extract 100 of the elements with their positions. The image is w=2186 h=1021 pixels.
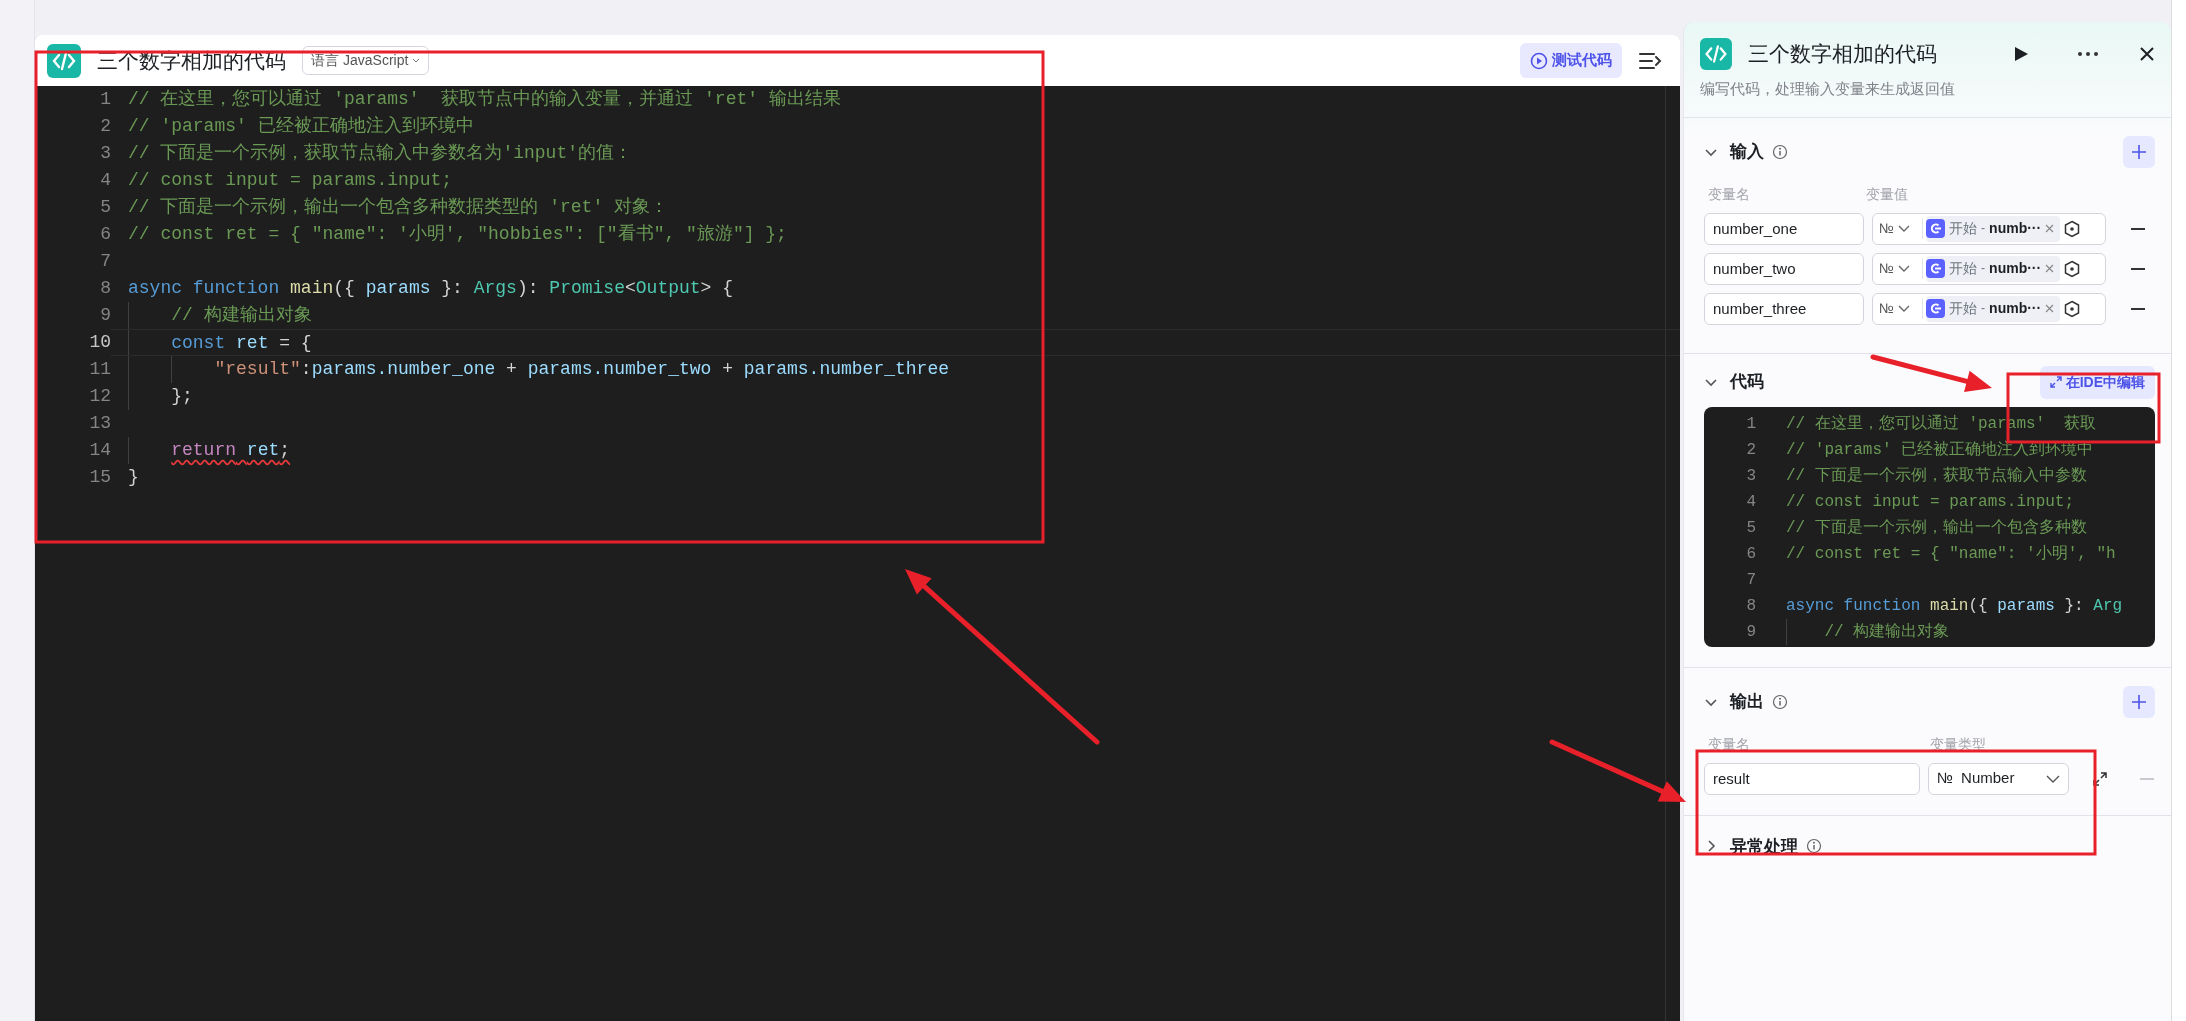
line-number: 6 xyxy=(99,223,111,246)
code-line: return ret; xyxy=(170,440,291,460)
more-icon[interactable] xyxy=(2077,51,2099,57)
caret-icon xyxy=(412,57,421,64)
chevron-icon xyxy=(2046,774,2060,783)
chevron-icon[interactable] xyxy=(1898,264,1911,273)
node-icon xyxy=(1926,259,1945,278)
code-line: }; xyxy=(170,386,193,406)
line-number: 2 xyxy=(99,115,111,138)
line-number: 11 xyxy=(88,358,111,381)
line-number: 8 xyxy=(99,277,111,300)
line-number: 1 xyxy=(99,88,111,111)
run-icon[interactable] xyxy=(2013,45,2029,63)
node-icon xyxy=(1926,219,1945,238)
add-button[interactable] xyxy=(2123,135,2155,168)
variable-name-field[interactable]: number_two xyxy=(1704,252,1864,285)
line-number: 3 xyxy=(99,142,111,165)
plus-icon xyxy=(2132,694,2146,709)
reference-variable: numb··· xyxy=(1989,219,2042,238)
reference-source: 开始 xyxy=(1949,299,1977,318)
reference-separator: - xyxy=(1981,300,1986,318)
code-line: // const input = params.input; xyxy=(128,170,453,190)
section-title: 代码 xyxy=(1730,371,1764,394)
line-number: 12 xyxy=(88,385,111,408)
column-label: 变量值 xyxy=(1866,184,1909,204)
info-icon xyxy=(1772,143,1788,160)
column-label: 变量类型 xyxy=(1930,734,1987,754)
language-selector[interactable]: 语言 JavaScript xyxy=(302,46,430,75)
code-line: const ret = { xyxy=(170,333,312,353)
variable-name-field[interactable]: number_three xyxy=(1704,292,1864,325)
code-line: // const ret = { "name": '小明', "h xyxy=(1786,544,2116,563)
type-icon: № xyxy=(1937,767,1954,790)
test-code-button[interactable]: 测试代码 xyxy=(1520,43,1622,78)
expand-icon xyxy=(2049,376,2062,388)
column-label: 变量名 xyxy=(1708,184,1751,204)
variable-value-field[interactable]: № 开始 - numb··· xyxy=(1872,212,2106,245)
code-app-icon xyxy=(1700,38,1732,70)
line-number: 8 xyxy=(1745,595,1756,617)
section-title: 输入 xyxy=(1730,140,1764,163)
reference-separator: - xyxy=(1981,220,1986,238)
line-number: 7 xyxy=(1745,569,1756,591)
code-line: } xyxy=(128,467,139,487)
minus-icon[interactable] xyxy=(2130,306,2146,311)
type-select[interactable]: № Number xyxy=(1928,762,2069,795)
line-number: 7 xyxy=(99,250,111,273)
add-button[interactable] xyxy=(2123,685,2155,718)
line-number: 10 xyxy=(88,331,111,354)
line-number: 3 xyxy=(1745,465,1756,487)
reference-separator: - xyxy=(1981,260,1986,278)
line-number: 4 xyxy=(99,169,111,192)
code-line: // 构建输出对象 xyxy=(1823,622,1950,641)
line-number: 4 xyxy=(1745,491,1756,513)
variable-name-field[interactable]: result xyxy=(1704,762,1920,795)
code-line: // 下面是一个示例，获取节点输入中参数名为'input'的值： xyxy=(128,143,633,163)
code-editor[interactable] xyxy=(1704,406,2155,647)
line-number: 15 xyxy=(88,466,111,489)
code-line: "result":params.number_one + params.number_two + params.number_three xyxy=(213,359,949,379)
chevron-icon[interactable] xyxy=(1898,224,1911,233)
info-icon xyxy=(1806,838,1822,855)
code-line: async function main({ params }: Arg xyxy=(1786,596,2123,615)
type-icon: № xyxy=(1879,258,1895,279)
code-line: // 下面是一个示例，输出一个包含多种数据类型的 'ret' 对象： xyxy=(128,197,669,217)
scrollbar-track[interactable] xyxy=(2171,0,2186,1021)
play-circle-icon xyxy=(1530,51,1548,70)
line-number: 9 xyxy=(99,304,111,327)
node-icon xyxy=(1926,299,1945,318)
reference-variable: numb··· xyxy=(1989,299,2042,318)
variable-value-field[interactable]: № 开始 - numb··· xyxy=(1872,252,2106,285)
plus-icon xyxy=(2132,144,2146,159)
section-title: 输出 xyxy=(1730,690,1764,713)
code-line: // 'params' 已经被正确地注入到环境中 xyxy=(128,116,474,136)
chevron-icon[interactable] xyxy=(1898,304,1911,313)
panel-subtitle: 编写代码，处理输入变量来生成返回值 xyxy=(1699,79,1956,99)
code-line: // const input = params.input; xyxy=(1786,492,2075,511)
line-number: 5 xyxy=(1745,517,1756,539)
variable-name-field[interactable]: number_one xyxy=(1704,212,1864,245)
code-line: // 构建输出对象 xyxy=(170,305,312,325)
code-line: // 在这里，您可以通过 'params' 获取节点中的输入变量，并通过 'ret' 输出结果 xyxy=(128,89,841,109)
column-label: 变量名 xyxy=(1708,734,1751,754)
expand-icon[interactable] xyxy=(2093,771,2107,786)
type-icon: № xyxy=(1879,298,1895,319)
reference-source: 开始 xyxy=(1949,219,1977,238)
line-number: 5 xyxy=(99,196,111,219)
close-icon[interactable] xyxy=(2139,46,2155,62)
target-icon[interactable] xyxy=(2063,219,2082,238)
line-number: 2 xyxy=(1745,439,1756,461)
minus-icon[interactable] xyxy=(2130,226,2146,231)
panel-title: 三个数字相加的代码 xyxy=(1748,41,1938,68)
code-line: // const ret = { "name": '小明', "hobbies": ["看书", "旅游"] }; xyxy=(128,224,787,244)
line-number: 9 xyxy=(1745,621,1756,643)
type-label: Number xyxy=(1961,768,2016,789)
reference-source: 开始 xyxy=(1949,259,1977,278)
minus-icon[interactable] xyxy=(2130,266,2146,271)
target-icon[interactable] xyxy=(2063,259,2082,278)
target-icon[interactable] xyxy=(2063,299,2082,318)
line-number: 13 xyxy=(88,412,111,435)
type-icon: № xyxy=(1879,218,1895,239)
variable-value-field[interactable]: № 开始 - numb··· xyxy=(1872,292,2106,325)
line-number: 1 xyxy=(1745,413,1756,435)
code-line: // 下面是一个示例，输出一个包含多种数 xyxy=(1786,518,2087,537)
